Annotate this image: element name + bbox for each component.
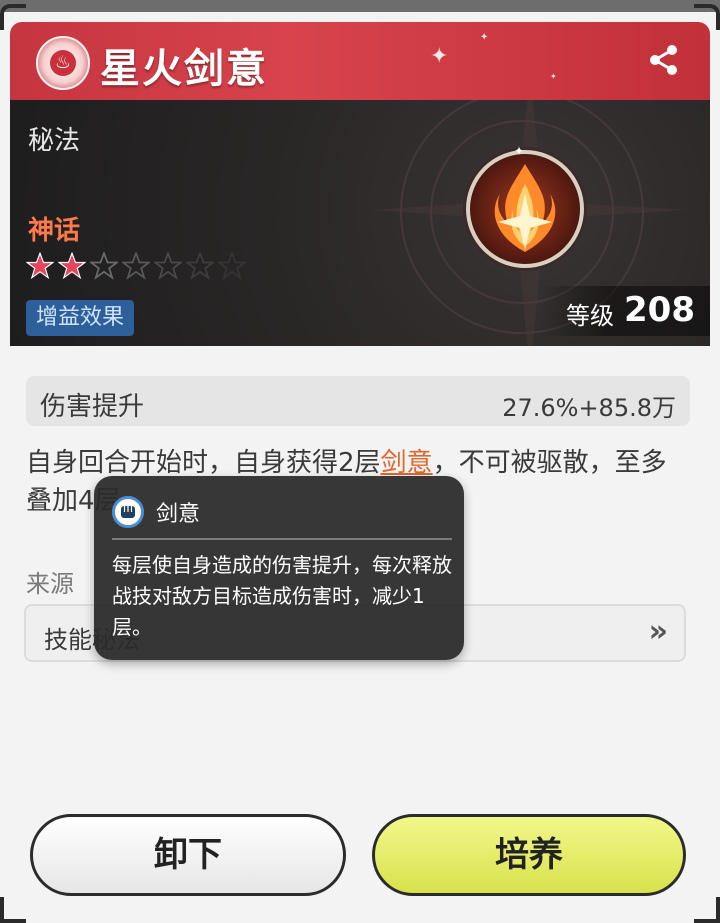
flaming-sword-icon [466,150,584,268]
sparkle-icon: ✦ [430,44,449,69]
frame-corner [694,897,720,923]
skill-title: 星火剑意 [100,46,268,92]
source-label: 来源 [26,570,74,598]
unequip-button[interactable]: 卸下 [30,814,346,896]
stat-row: 伤害提升 27.6%+85.8万 [26,376,690,426]
skill-info-section: 秘法 神话 增益效果 ✦ 等级 208 [10,100,710,346]
skill-category: 秘法 [28,126,81,156]
share-icon[interactable] [646,42,682,78]
stat-label: 伤害提升 [40,392,145,422]
star-empty-icon [120,250,152,280]
flame-crest-icon: ♨ [36,36,90,90]
rarity-label: 神话 [28,216,81,246]
sparkle-icon: ✦ [514,144,525,158]
frame-top-border [0,0,720,12]
star-empty-icon [88,250,120,280]
keyword-link[interactable]: 剑意 [381,448,433,478]
description-text: 自身回合开始时，自身获得2层 [26,448,381,478]
level-label: 等级 [566,302,614,330]
tooltip-divider [112,538,452,540]
star-filled-icon [57,251,87,280]
level-display: 等级 208 [540,286,710,336]
star-empty-icon [216,250,248,280]
frame-corner [0,897,26,923]
double-chevron-right-icon: » [648,614,668,649]
keyword-tooltip: 剑意 每层使自身造成的伤害提升，每次释放战技对敌方目标造成伤害时，减少1层。 [94,476,464,660]
star-empty-icon [152,250,184,280]
upgrade-button[interactable]: 培养 [372,814,686,896]
level-value: 208 [624,290,695,330]
sparkle-icon: ✦ [550,72,557,81]
fist-icon [112,496,144,528]
skill-detail-panel: ✦ ✦ ✦ ♨ 星火剑意 秘法 神话 增益效果 ✦ 等级 208 伤害提升 27… [0,0,720,923]
star-filled-icon [25,251,55,280]
stat-value: 27.6%+85.8万 [502,394,676,422]
tooltip-title: 剑意 [156,502,201,527]
star-empty-icon [184,250,216,280]
buff-badge: 增益效果 [26,300,135,336]
star-rating [25,250,250,286]
sparkle-icon: ✦ [480,32,489,43]
tooltip-body: 每层使自身造成的伤害提升，每次释放战技对敌方目标造成伤害时，减少1层。 [112,553,452,639]
title-bar: ✦ ✦ ✦ ♨ 星火剑意 [10,22,710,100]
